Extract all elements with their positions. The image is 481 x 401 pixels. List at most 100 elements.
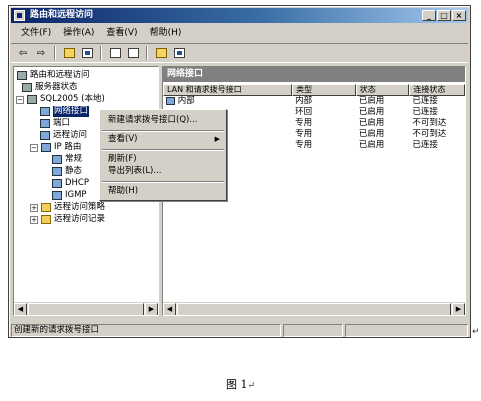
menu-item-view[interactable]: 查看(V) [108,134,220,145]
mmc-window: 路由和远程访问 _ □ × 文件(F) 操作(A) 查看(V) 帮助(H) ⇦ … [8,5,471,338]
scroll-thumb[interactable] [28,303,144,315]
collapse-icon[interactable]: − [30,143,38,152]
up-folder-icon[interactable] [61,46,77,61]
expand-icon[interactable]: + [30,215,38,224]
minimize-button[interactable]: _ [422,10,436,21]
menu-view[interactable]: 查看(V) [100,26,143,40]
interface-type: 专用 [295,118,313,128]
interface-status: 已启用 [358,107,385,117]
tree-item-remote-access-clients[interactable]: 远程访问 [40,130,87,141]
back-icon[interactable]: ⇦ [15,46,31,61]
window-controls: _ □ × [422,10,466,21]
tree-item-remote-access-policies[interactable]: + 远程访问策略 [30,202,105,213]
ports-icon [40,119,50,128]
menu-item-new-demand-dial[interactable]: 新建请求拨号接口(Q)... [108,115,197,126]
tree-label-server-status: 服务器状态 [35,82,78,92]
interface-type: 环回 [295,107,313,117]
interface-connection-status: 不可到达 [412,118,447,128]
interface-type: 专用 [295,140,313,150]
properties-icon[interactable] [107,46,123,61]
interface-type: 专用 [295,129,313,139]
toolbar-separator [100,46,102,60]
tree-label-remote-access-logging: 远程访问记录 [54,214,106,224]
export-list-icon[interactable] [125,46,141,61]
tree-item-server-status[interactable]: 服务器状态 [22,82,78,93]
network-interfaces-icon [40,107,50,116]
help-icon[interactable] [153,46,169,61]
collapse-icon[interactable]: − [16,95,24,104]
status-text: 创建新的请求拨号接口 [11,324,281,337]
server-status-icon [22,83,32,92]
tree-item-network-interfaces[interactable]: 网络接口 [40,106,90,117]
console-icon[interactable] [171,46,187,61]
clients-icon [40,131,50,140]
interface-status: 已启用 [358,140,385,150]
toolbar-separator [54,46,56,60]
status-panel [345,324,468,337]
routing-icon [17,71,27,80]
tree-label-root: 路由和远程访问 [30,70,90,80]
figure-caption-text: 图 1 [225,378,248,391]
app-icon [14,10,25,21]
close-button[interactable]: × [452,10,466,21]
tree-label-static-routes: 静态 [65,166,83,176]
title-bar[interactable]: 路由和远程访问 _ □ × [11,8,468,23]
interface-connection-status: 已连接 [412,140,438,150]
interface-connection-status: 不可到达 [412,129,447,139]
tree-horizontal-scrollbar[interactable]: ◀ ▶ [14,302,158,315]
tree-label-server: SQL2005 (本地) [40,94,105,104]
menu-help[interactable]: 帮助(H) [144,26,188,40]
tree-item-static-routes[interactable]: 静态 [52,166,82,177]
server-icon [27,95,37,104]
expand-icon[interactable]: + [30,203,38,212]
tree-item-root[interactable]: 路由和远程访问 [17,70,90,81]
tree-item-ip-routing[interactable]: − IP 路由 [30,142,81,153]
tree-label-remote-access-clients: 远程访问 [53,130,88,140]
menu-item-refresh[interactable]: 刷新(F) [108,154,137,165]
paragraph-mark: ↵ [472,327,480,337]
tree-item-dhcp[interactable]: DHCP [52,178,89,189]
caption-paragraph-mark: ↵ [247,381,256,391]
table-row[interactable]: 内部 内部 已启用 已连接 [163,96,465,107]
scroll-left-icon[interactable]: ◀ [14,303,27,315]
scroll-right-icon[interactable]: ▶ [145,303,158,315]
menu-action[interactable]: 操作(A) [57,26,100,40]
tree-item-server[interactable]: − SQL2005 (本地) [16,94,105,105]
scroll-left-icon[interactable]: ◀ [163,303,176,315]
tree-label-ports: 端口 [53,118,71,128]
interface-status: 已启用 [358,129,385,139]
tree-label-general: 常规 [65,154,83,164]
column-header-connection-status[interactable]: 连接状态 [409,84,465,96]
column-header-type[interactable]: 类型 [292,84,356,96]
interface-connection-status: 已连接 [412,107,438,117]
status-bar: 创建新的请求拨号接口 [11,324,468,337]
menu-item-help[interactable]: 帮助(H) [108,186,138,197]
column-header-status[interactable]: 状态 [355,84,410,96]
scroll-right-icon[interactable]: ▶ [452,303,465,315]
scroll-thumb[interactable] [177,303,451,315]
submenu-arrow-icon: ▶ [214,135,220,143]
tree-item-igmp[interactable]: IGMP [52,190,87,201]
column-header-interface[interactable]: LAN 和请求拨号接口 [163,84,293,96]
toolbar-separator [146,46,148,60]
tree-item-general[interactable]: 常规 [52,154,82,165]
ip-routing-icon [41,143,51,152]
dhcp-icon [52,179,62,188]
context-menu: 新建请求拨号接口(Q)... 查看(V) ▶ 刷新(F) 导出列表(L)... … [99,109,227,201]
interface-status: 已启用 [358,118,385,128]
maximize-button[interactable]: □ [437,10,451,21]
menu-bar: 文件(F) 操作(A) 查看(V) 帮助(H) [11,25,468,41]
show-hide-tree-icon[interactable] [79,46,95,61]
window-title: 路由和远程访问 [30,10,94,20]
details-horizontal-scrollbar[interactable]: ◀ ▶ [163,302,465,315]
tree-item-remote-access-logging[interactable]: + 远程访问记录 [30,214,105,225]
forward-icon[interactable]: ⇨ [33,46,49,61]
column-headers: LAN 和请求拨号接口 类型 状态 连接状态 [163,84,465,96]
interface-status: 已启用 [358,96,385,106]
menu-file[interactable]: 文件(F) [15,26,57,40]
menu-separator [102,181,224,183]
menu-item-export-list[interactable]: 导出列表(L)... [108,166,161,177]
tree-label-igmp: IGMP [65,190,87,200]
tree-label-dhcp: DHCP [65,178,89,188]
tree-item-ports[interactable]: 端口 [40,118,70,129]
